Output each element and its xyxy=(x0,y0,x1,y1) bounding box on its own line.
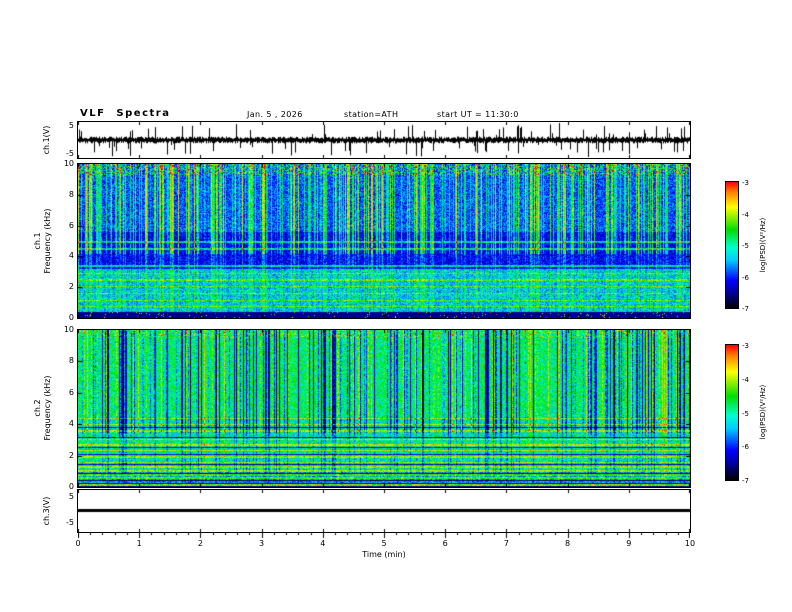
start-ut-label: start UT = 11:30:0 xyxy=(437,110,519,119)
ch2-spec-ytick-label: 8 xyxy=(68,356,74,366)
vlf-spectra-figure: VLF Spectra Jan. 5 , 2026 station=ATH st… xyxy=(0,0,792,612)
ch2-spec-ytick-label: 6 xyxy=(68,387,74,397)
colorbar-ch1-tick-label: -6 xyxy=(742,273,749,282)
colorbar-ch1-tick-label: -3 xyxy=(742,179,749,187)
x-tick-label: 6 xyxy=(442,539,448,548)
ch2-frequency-axis-label: ch.2 Frequency (kHz) xyxy=(33,376,53,441)
colorbar-ch2-tick-label: -7 xyxy=(742,477,749,485)
ch2-spec-ytick-label: 10 xyxy=(63,325,74,334)
ch3-waveform-plot xyxy=(78,490,690,532)
ch2-spec-ytick-label: 4 xyxy=(68,419,74,429)
figure-date: Jan. 5 , 2026 xyxy=(247,110,303,119)
ch1-spec-frequency-label: Frequency (kHz) xyxy=(43,208,52,274)
ch2-spec-channel-label: ch.2 xyxy=(33,399,42,417)
x-tick-label: 5 xyxy=(381,539,387,548)
ch1-spec-channel-label: ch.1 xyxy=(33,232,42,250)
x-tick-label: 4 xyxy=(320,539,326,548)
ch1-wave-ytick-label: 5 xyxy=(68,121,74,130)
ch1-spec-ytick-label: 8 xyxy=(68,189,74,199)
colorbar-ch2-tick-label: -4 xyxy=(742,375,749,384)
colorbar-ch1-tick-label: -4 xyxy=(742,210,749,219)
ch2-spec-frequency-label: Frequency (kHz) xyxy=(43,375,52,441)
x-tick-label: 1 xyxy=(136,539,142,548)
x-tick-label: 10 xyxy=(684,539,696,548)
ch1-spec-ytick-label: 2 xyxy=(68,282,74,292)
colorbar-ch2-tick-label: -3 xyxy=(742,342,749,350)
x-axis-label: Time (min) xyxy=(362,550,406,559)
figure-title: VLF Spectra xyxy=(80,108,171,119)
ch1-waveform-plot xyxy=(78,122,690,158)
x-tick-label: 3 xyxy=(259,539,265,548)
x-tick-label: 9 xyxy=(626,539,632,548)
ch1-wave-ytick-label: -5 xyxy=(66,149,74,158)
ch3-wave-ytick-label: 5 xyxy=(68,492,74,501)
ch1-spectrogram-plot xyxy=(78,164,690,318)
ch1-spec-ytick-label: 6 xyxy=(68,220,74,230)
ch1-spec-ytick-label: 4 xyxy=(68,251,74,261)
x-tick-label: 8 xyxy=(565,539,571,548)
colorbar-ch1 xyxy=(726,182,738,308)
ch2-spec-ytick-label: 2 xyxy=(68,450,74,460)
x-tick-label: 2 xyxy=(197,539,203,548)
ch2-spec-ytick-label: 0 xyxy=(68,482,74,491)
ch1-spec-ytick-label: 0 xyxy=(68,313,74,322)
ch1-spec-ytick-label: 10 xyxy=(63,159,74,168)
colorbar-ch1-tick-label: -5 xyxy=(742,242,749,250)
ch1-frequency-axis-label: ch.1 Frequency (kHz) xyxy=(33,209,53,274)
ch3-wave-ytick-label: -5 xyxy=(66,518,74,527)
colorbar-ch1-tick-label: -7 xyxy=(742,305,749,313)
station-label: station=ATH xyxy=(344,110,399,119)
ch2-spectrogram-plot xyxy=(78,330,690,487)
colorbar-ch2 xyxy=(726,345,738,480)
colorbar-ch2-tick-label: -6 xyxy=(742,443,749,452)
colorbar-ch2-tick-label: -5 xyxy=(742,409,749,418)
x-tick-label: 0 xyxy=(75,539,81,548)
x-tick-label: 7 xyxy=(503,539,509,548)
